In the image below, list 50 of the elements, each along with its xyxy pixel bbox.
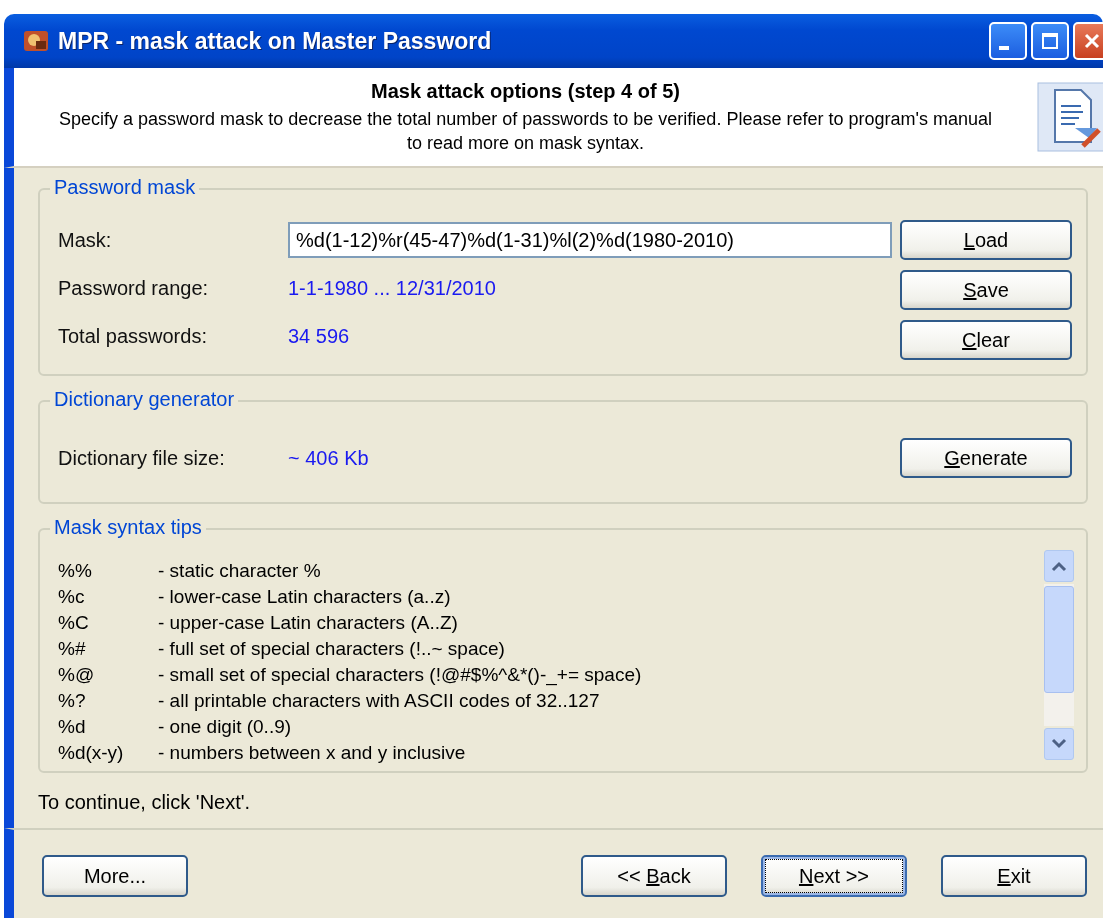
- field-label: Total passwords:: [58, 324, 208, 348]
- field-value: 1-1-1980 ... 12/31/2010: [288, 276, 496, 300]
- close-icon: [1082, 31, 1102, 51]
- syntax-description: - numbers between x and y inclusive: [158, 741, 466, 765]
- syntax-code: %d: [58, 715, 87, 739]
- maximize-icon: [1040, 31, 1060, 51]
- minimize-icon: [999, 46, 1009, 50]
- syntax-description: - lower-case Latin characters (a..z): [158, 585, 451, 609]
- minimize-button[interactable]: [989, 22, 1027, 60]
- field-value: 34 596: [288, 324, 350, 348]
- scroll-thumb[interactable]: [1044, 586, 1074, 693]
- syntax-description: - static character %: [158, 559, 321, 583]
- step-title: Mask attack options (step 4 of 5): [370, 79, 681, 103]
- syntax-description: - all printable characters with ASCII codes of 32..127: [158, 689, 600, 713]
- field-label: Password range:: [58, 276, 210, 300]
- hint-text: To continue, click 'Next'.: [38, 791, 252, 814]
- syntax-description: - upper-case Latin characters (A..Z): [158, 611, 458, 635]
- wizard-button[interactable]: More...: [42, 855, 188, 897]
- field-value: ~ 406 Kb: [288, 446, 370, 470]
- syntax-description: - full set of special characters (!..~ space): [158, 637, 505, 661]
- wizard-button[interactable]: << Back: [581, 855, 727, 897]
- syntax-description: - one digit (0..9): [158, 715, 292, 739]
- generate-button[interactable]: Generate: [900, 438, 1072, 478]
- mask-field[interactable]: %d(1-12)%r(45-47)%d(1-31)%l(2)%d(1980-2010): [288, 222, 892, 258]
- step-description: Specify a password mask to decrease the total number of passwords to be verified. Please refer to program's manual to read more on mask syntax.: [58, 107, 993, 155]
- syntax-code: %%: [58, 559, 93, 583]
- syntax-code: %@: [58, 663, 96, 687]
- close-button[interactable]: [1073, 22, 1103, 60]
- window-title: MPR - mask attack on Master Password: [58, 27, 493, 55]
- maximize-button[interactable]: [1031, 22, 1069, 60]
- action-button[interactable]: Load: [900, 220, 1072, 260]
- mask-label: Mask:: [58, 228, 113, 252]
- syntax-code: %C: [58, 611, 90, 635]
- syntax-code: %d(x-y): [58, 741, 125, 765]
- syntax-description: - small set of special characters (!@#$%^&*()-_+= space): [158, 663, 642, 688]
- group-title: Dictionary generator: [50, 388, 239, 411]
- syntax-code: %#: [58, 637, 87, 661]
- group-title: Mask syntax tips: [50, 516, 206, 539]
- scroll-up-button[interactable]: [1044, 550, 1074, 582]
- syntax-code: %c: [58, 585, 86, 609]
- action-button[interactable]: Save: [900, 270, 1072, 310]
- field-label: Dictionary file size:: [58, 446, 226, 470]
- syntax-code: %?: [58, 689, 87, 713]
- wizard-button[interactable]: Exit: [941, 855, 1087, 897]
- chevron-up-icon: [1051, 560, 1067, 572]
- wizard-button[interactable]: Next >>: [761, 855, 907, 897]
- scroll-down-button[interactable]: [1044, 728, 1074, 760]
- scrollbar[interactable]: [1044, 550, 1074, 760]
- action-button[interactable]: Clear: [900, 320, 1072, 360]
- chevron-down-icon: [1051, 738, 1067, 750]
